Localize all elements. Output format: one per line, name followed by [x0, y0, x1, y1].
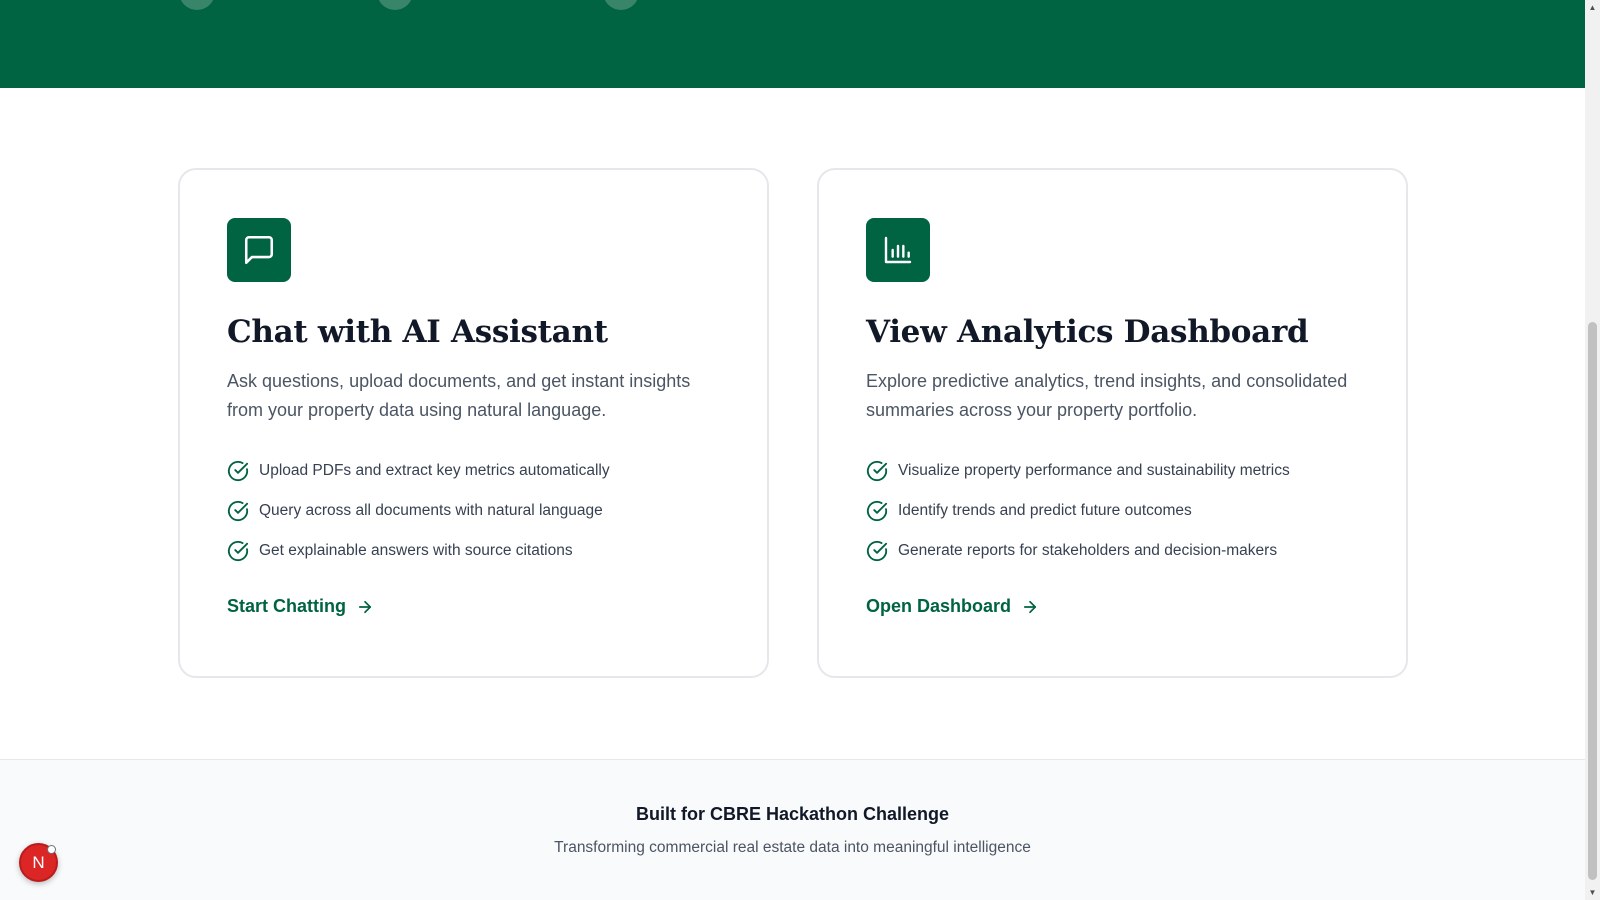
- feature-text: Upload PDFs and extract key metrics auto…: [259, 462, 610, 479]
- feature-text: Get explainable answers with source cita…: [259, 542, 573, 559]
- scroll-up-arrow-icon[interactable]: ▲: [1585, 0, 1600, 15]
- arrow-right-icon: [1021, 598, 1039, 616]
- card-title: View Analytics Dashboard: [866, 314, 1309, 350]
- hero-stat-icon: [179, 0, 215, 10]
- check-circle-icon: [227, 540, 249, 562]
- feature-item: Identify trends and predict future outco…: [866, 499, 1290, 523]
- bar-chart-icon: [866, 218, 930, 282]
- hero-banner: [0, 0, 1585, 88]
- feature-item: Upload PDFs and extract key metrics auto…: [227, 459, 610, 483]
- cta-label: Open Dashboard: [866, 596, 1012, 616]
- message-square-icon: [227, 218, 291, 282]
- check-circle-icon: [227, 500, 249, 522]
- feature-text: Identify trends and predict future outco…: [898, 502, 1192, 519]
- feature-text: Query across all documents with natural …: [259, 502, 603, 519]
- arrow-right-icon: [356, 598, 374, 616]
- footer-title: Built for CBRE Hackathon Challenge: [635, 804, 950, 824]
- start-chatting-link[interactable]: Start Chatting: [227, 596, 374, 617]
- feature-item: Get explainable answers with source cita…: [227, 539, 610, 563]
- avatar-initial: N: [32, 852, 45, 872]
- feature-text: Generate reports for stakeholders and de…: [898, 542, 1278, 559]
- hero-stat-icon: [603, 0, 639, 10]
- feature-list: Upload PDFs and extract key metrics auto…: [227, 459, 610, 579]
- notification-dot: [47, 845, 56, 854]
- cta-label: Start Chatting: [227, 596, 346, 616]
- scrollbar-thumb[interactable]: [1588, 322, 1597, 880]
- check-circle-icon: [227, 460, 249, 482]
- card-description: Explore predictive analytics, trend insi…: [866, 371, 1348, 420]
- analytics-dashboard-card[interactable]: View Analytics Dashboard Explore predict…: [817, 168, 1408, 678]
- vertical-scrollbar[interactable]: ▲ ▼: [1585, 0, 1600, 900]
- page-footer: Built for CBRE Hackathon Challenge Trans…: [0, 759, 1585, 900]
- feature-list: Visualize property performance and susta…: [866, 459, 1290, 579]
- check-circle-icon: [866, 500, 888, 522]
- footer-subtitle: Transforming commercial real estate data…: [554, 839, 1031, 856]
- chat-assistant-card[interactable]: Chat with AI Assistant Ask questions, up…: [178, 168, 769, 678]
- check-circle-icon: [866, 540, 888, 562]
- card-title: Chat with AI Assistant: [227, 314, 608, 350]
- page-viewport: Chat with AI Assistant Ask questions, up…: [0, 0, 1585, 900]
- avatar-button[interactable]: N: [19, 843, 58, 882]
- feature-item: Query across all documents with natural …: [227, 499, 610, 523]
- open-dashboard-link[interactable]: Open Dashboard: [866, 596, 1039, 617]
- hero-stat-icon: [377, 0, 413, 10]
- scroll-down-arrow-icon[interactable]: ▼: [1585, 885, 1600, 900]
- feature-text: Visualize property performance and susta…: [898, 462, 1290, 479]
- feature-item: Generate reports for stakeholders and de…: [866, 539, 1290, 563]
- card-description: Ask questions, upload documents, and get…: [227, 371, 691, 420]
- feature-item: Visualize property performance and susta…: [866, 459, 1290, 483]
- check-circle-icon: [866, 460, 888, 482]
